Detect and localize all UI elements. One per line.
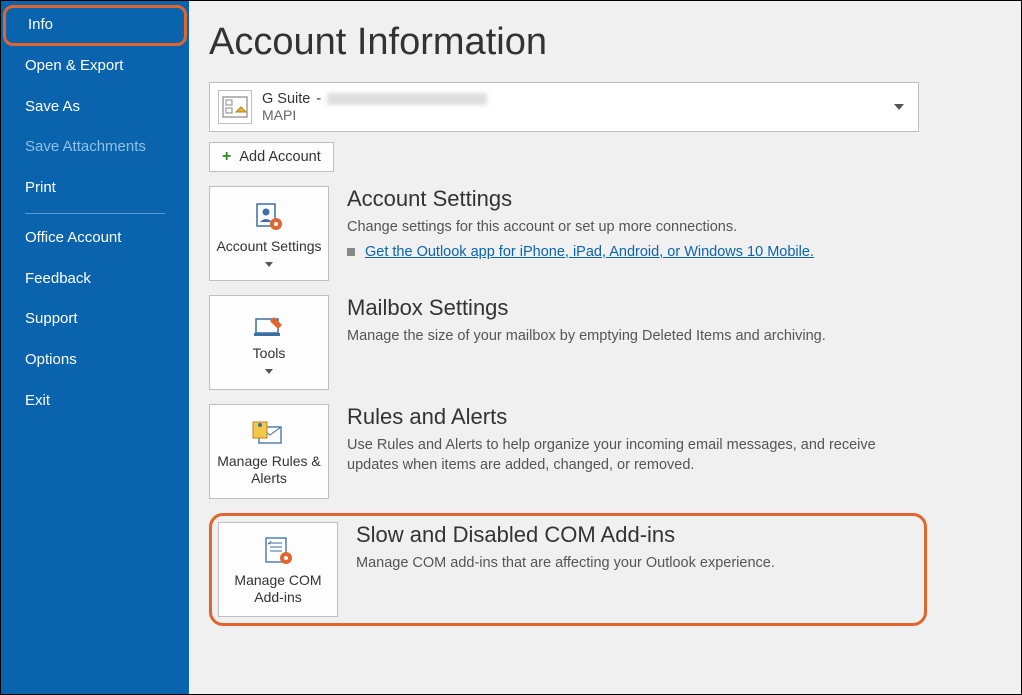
user-gear-icon [252, 202, 286, 232]
addins-icon [262, 536, 294, 566]
account-settings-desc: Change settings for this account or set … [347, 218, 919, 238]
section-account-settings: Account Settings Account Settings Change… [209, 186, 919, 281]
account-text: G Suite - MAPI [262, 91, 487, 123]
sidebar-item-save-as[interactable]: Save As [1, 87, 189, 128]
sidebar-item-open-export[interactable]: Open & Export [1, 46, 189, 87]
sidebar-item-options[interactable]: Options [1, 340, 189, 381]
account-provider: G Suite [262, 91, 310, 107]
account-dropdown[interactable]: G Suite - MAPI [209, 82, 919, 132]
main-panel: Account Information G Suite - MAPI [189, 1, 1021, 694]
sidebar-item-support[interactable]: Support [1, 299, 189, 340]
sidebar-item-print[interactable]: Print [1, 168, 189, 209]
bullet-icon [347, 248, 355, 256]
section-rules-alerts: Manage Rules & Alerts Rules and Alerts U… [209, 404, 919, 499]
app-root: Info Open & Export Save As Save Attachme… [1, 1, 1021, 694]
rules-alerts-tile-label: Manage Rules & Alerts [216, 453, 322, 485]
sidebar-separator [25, 213, 165, 214]
page-title: Account Information [209, 21, 971, 64]
sidebar-item-save-attachments: Save Attachments [1, 127, 189, 168]
account-settings-tile-label: Account Settings [216, 238, 321, 254]
chevron-down-icon [894, 104, 904, 110]
rules-alerts-tile[interactable]: Manage Rules & Alerts [209, 404, 329, 499]
sidebar-item-info[interactable]: Info [3, 5, 187, 46]
mailbox-settings-desc: Manage the size of your mailbox by empty… [347, 327, 919, 347]
account-email-redacted [327, 93, 487, 105]
account-settings-title: Account Settings [347, 186, 919, 212]
rules-alerts-icon [251, 419, 287, 447]
plus-icon: + [222, 149, 231, 165]
rules-alerts-title: Rules and Alerts [347, 404, 919, 430]
mailbox-icon [218, 90, 252, 124]
backstage-sidebar: Info Open & Export Save As Save Attachme… [1, 1, 189, 694]
com-addins-tile-label: Manage COM Add-ins [225, 572, 331, 604]
sidebar-item-feedback[interactable]: Feedback [1, 259, 189, 300]
com-addins-desc: Manage COM add-ins that are affecting yo… [356, 554, 918, 574]
com-addins-title: Slow and Disabled COM Add-ins [356, 522, 918, 548]
get-outlook-app-link[interactable]: Get the Outlook app for iPhone, iPad, An… [365, 244, 814, 260]
tools-icon [252, 313, 286, 339]
tools-tile[interactable]: Tools [209, 295, 329, 390]
sidebar-item-exit[interactable]: Exit [1, 381, 189, 422]
chevron-down-icon [265, 262, 273, 267]
tools-tile-label: Tools [253, 345, 286, 361]
section-com-addins: Manage COM Add-ins Slow and Disabled COM… [218, 522, 918, 617]
section-mailbox-settings: Tools Mailbox Settings Manage the size o… [209, 295, 919, 390]
mailbox-settings-title: Mailbox Settings [347, 295, 919, 321]
account-settings-tile[interactable]: Account Settings [209, 186, 329, 281]
add-account-button[interactable]: + Add Account [209, 142, 334, 172]
rules-alerts-desc: Use Rules and Alerts to help organize yo… [347, 436, 919, 475]
sidebar-item-office-account[interactable]: Office Account [1, 218, 189, 259]
com-addins-tile[interactable]: Manage COM Add-ins [218, 522, 338, 617]
highlight-com-addins: Manage COM Add-ins Slow and Disabled COM… [209, 513, 927, 626]
chevron-down-icon [265, 369, 273, 374]
account-protocol: MAPI [262, 107, 487, 123]
add-account-label: Add Account [239, 149, 320, 165]
